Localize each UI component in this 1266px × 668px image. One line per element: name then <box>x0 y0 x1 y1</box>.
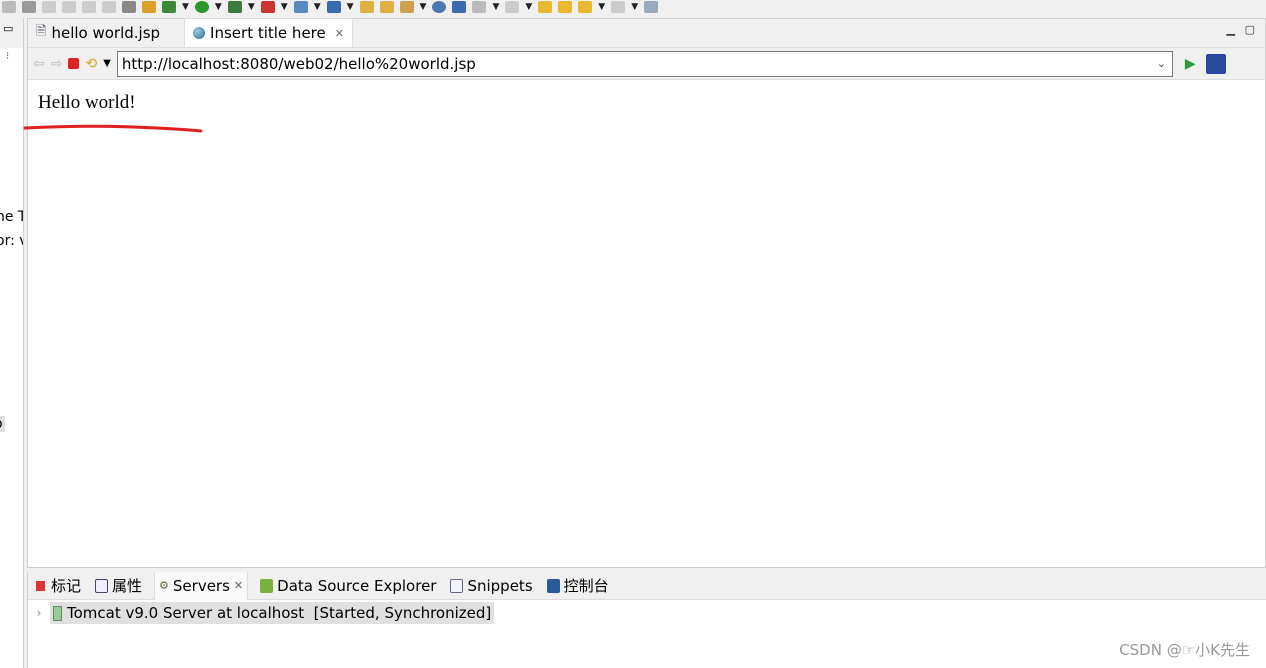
server-row[interactable]: › Tomcat v9.0 Server at localhost [Start… <box>28 602 1266 624</box>
eclipse-icon[interactable] <box>1205 53 1226 74</box>
toolbar-icon[interactable] <box>102 1 116 13</box>
watermark: CSDN @☞小K先生 <box>1119 641 1250 659</box>
forward-icon[interactable] <box>611 1 626 13</box>
truncated-text: o <box>0 416 5 432</box>
tab-label: 控制台 <box>563 577 609 595</box>
markers-icon <box>34 578 47 593</box>
toolbar-icon[interactable] <box>2 1 16 13</box>
debug-icon[interactable] <box>162 1 176 13</box>
jsp-file-icon: 🗎 <box>36 23 47 39</box>
tab-hello-world-jsp[interactable]: 🗎 hello world.jsp <box>28 18 168 47</box>
toolbar-icon[interactable] <box>122 1 136 13</box>
open-folder-icon[interactable] <box>379 1 394 13</box>
chevron-down-icon[interactable]: ⌄ <box>1157 57 1166 70</box>
menu-dots-icon[interactable]: ⁝ <box>6 51 9 62</box>
external-tools-icon[interactable] <box>260 1 275 13</box>
tab-servers[interactable]: ⚙ Servers ✕ <box>154 571 249 600</box>
maximize-icon[interactable]: ▢ <box>1245 23 1255 36</box>
servers-panel: 标记 属性 ⚙ Servers ✕ Data Source Explorer Sni… <box>27 571 1266 668</box>
tab-properties[interactable]: 属性 <box>93 572 144 600</box>
red-underline-annotation <box>23 124 203 133</box>
server-label: Tomcat v9.0 Server at localhost [Started… <box>67 604 492 622</box>
toolbar-icon[interactable] <box>62 1 76 13</box>
toolbar-icon[interactable] <box>82 1 96 13</box>
tab-insert-title-here[interactable]: Insert title here ✕ <box>184 18 353 47</box>
url-input[interactable]: http://localhost:8080/web02/hello%20worl… <box>116 50 1173 77</box>
go-icon[interactable]: ▶ <box>1185 56 1196 72</box>
globe-icon[interactable] <box>432 1 447 13</box>
tab-label: hello world.jsp <box>51 23 161 42</box>
main-toolbar: ▼ ▼ ▼ ▼ ▼ ▼ ▼ ▼ ▼ ▼ ▼ <box>0 0 1266 14</box>
bottom-tabs: 标记 属性 ⚙ Servers ✕ Data Source Explorer Sni… <box>28 571 1266 600</box>
tab-label: Servers <box>172 576 230 595</box>
truncated-text: or: v <box>0 233 23 249</box>
left-pane: ▭ ⁝ ne T or: v o <box>0 18 24 668</box>
forward-icon[interactable]: ⇨ <box>51 56 63 72</box>
minimize-icon[interactable]: ▁ <box>1227 23 1235 36</box>
back-icon[interactable]: ⇦ <box>33 56 45 72</box>
close-icon[interactable]: ✕ <box>335 27 344 40</box>
tab-label: 属性 <box>112 577 143 595</box>
stop-icon[interactable] <box>68 58 80 69</box>
refresh-icon[interactable]: ⟲ <box>85 56 97 72</box>
chevron-down-icon[interactable]: ▼ <box>103 58 111 69</box>
expand-chevron-icon[interactable]: › <box>28 606 50 620</box>
open-folder-icon[interactable] <box>359 1 374 13</box>
tab-data-source-explorer[interactable]: Data Source Explorer <box>258 572 438 600</box>
page-text: Hello world! <box>38 92 136 113</box>
servers-icon: ⚙ <box>159 579 169 592</box>
back-nav-icon[interactable] <box>538 1 553 13</box>
editor-tabs: 🗎 hello world.jsp Insert title here ✕ ▁ … <box>28 18 1265 48</box>
tab-snippets[interactable]: Snippets <box>448 572 534 600</box>
run-icon[interactable] <box>194 1 209 13</box>
tab-label: Snippets <box>467 576 533 595</box>
toolbar-icon[interactable] <box>142 1 156 13</box>
console-icon <box>546 578 560 593</box>
coverage-icon[interactable] <box>227 1 242 13</box>
url-text: http://localhost:8080/web02/hello%20worl… <box>121 54 476 73</box>
back-icon[interactable] <box>578 1 593 13</box>
snippets-icon <box>450 578 464 593</box>
toolbar-icon[interactable] <box>22 1 36 13</box>
toolbar-icon[interactable] <box>644 1 659 13</box>
maximize-icon[interactable]: ▭ <box>3 22 13 35</box>
properties-icon <box>95 578 109 593</box>
tab-label: 标记 <box>51 577 82 595</box>
tab-label: Data Source Explorer <box>277 576 437 595</box>
page-content: Hello world! <box>23 80 1265 560</box>
tab-label: Insert title here <box>210 24 326 42</box>
forward-nav-icon[interactable] <box>558 1 573 13</box>
toolbar-icon[interactable] <box>452 1 467 13</box>
toolbar-icon[interactable] <box>505 1 520 13</box>
browser-editor: 🗎 hello world.jsp Insert title here ✕ ▁ … <box>23 18 1266 568</box>
data-source-icon <box>260 578 274 593</box>
toolbar-icon[interactable] <box>472 1 487 13</box>
toolbar-icon[interactable] <box>293 1 308 13</box>
toolbar-icon[interactable] <box>42 1 56 13</box>
tab-console[interactable]: 控制台 <box>545 572 611 600</box>
truncated-text: ne T <box>0 209 23 225</box>
server-started-icon <box>53 605 62 621</box>
globe-icon <box>193 27 206 39</box>
browser-navbar: ⇦ ⇨ ⟲ ▼ http://localhost:8080/web02/hell… <box>28 48 1265 80</box>
tab-markers[interactable]: 标记 <box>32 572 83 600</box>
toolbar-icon[interactable] <box>326 1 341 13</box>
toolbar-icon[interactable] <box>399 1 414 13</box>
close-icon[interactable]: ✕ <box>234 579 243 592</box>
